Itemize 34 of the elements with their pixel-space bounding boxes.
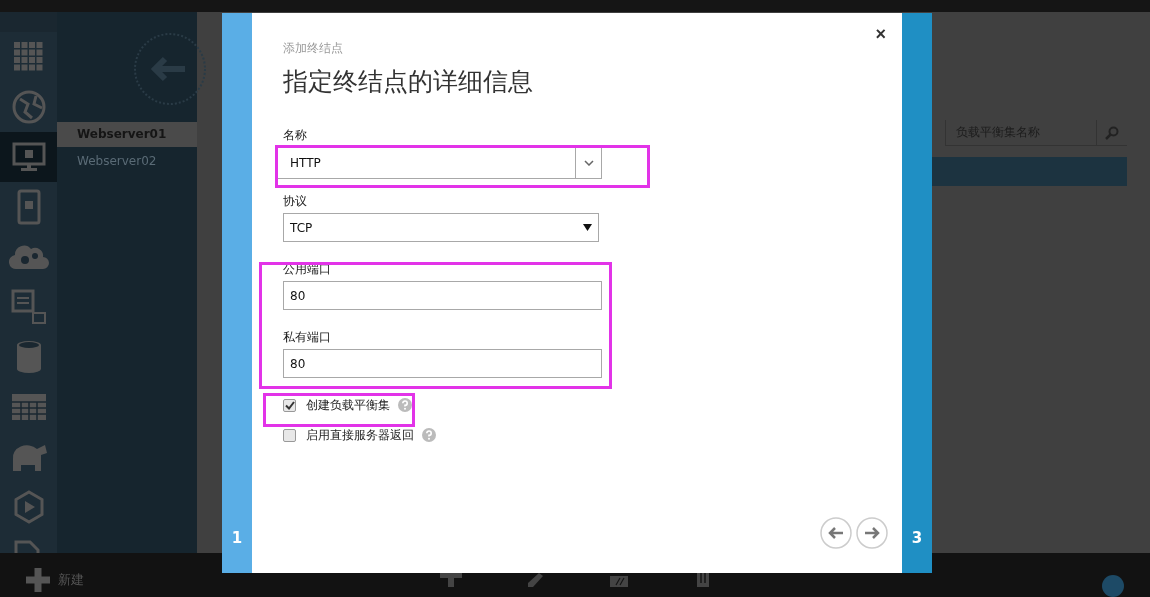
checkbox-label: 启用直接服务器返回 — [306, 426, 414, 444]
dropdown-arrow-icon — [583, 224, 592, 231]
field-label: 名称 — [283, 128, 308, 142]
field-label: 私有端口 — [283, 330, 332, 344]
nav-item[interactable] — [0, 32, 57, 82]
next-button[interactable] — [856, 517, 888, 549]
port-input-field[interactable]: 80 — [283, 281, 602, 310]
globe-icon — [11, 90, 46, 124]
documents-icon — [10, 289, 47, 325]
table-icon — [10, 393, 47, 421]
port-input-field[interactable]: 80 — [283, 349, 602, 378]
grid-icon — [13, 42, 44, 72]
database-icon — [14, 339, 43, 375]
monitor-icon — [11, 142, 46, 172]
back-icon[interactable] — [133, 32, 207, 106]
previous-button[interactable] — [820, 517, 852, 549]
nav-item[interactable] — [0, 82, 57, 132]
trash-icon[interactable] — [696, 573, 710, 587]
checkbox[interactable] — [283, 428, 296, 442]
checkbox[interactable] — [283, 398, 296, 412]
step-number: 1 — [231, 529, 243, 547]
search-icon[interactable] — [1105, 125, 1119, 140]
name-combobox[interactable]: HTTP — [277, 147, 602, 179]
dialog-subtitle: 添加终结点 — [283, 40, 344, 57]
chevron-down-icon — [583, 160, 594, 166]
close-button[interactable]: × — [873, 25, 888, 43]
step-number: 3 — [911, 529, 923, 547]
field-label: 协议 — [283, 194, 308, 208]
protocol-dropdown[interactable]: TCP — [283, 213, 599, 242]
checkbox-label: 创建负载平衡集 — [306, 396, 390, 414]
dialog-title: 指定终结点的详细信息 — [283, 66, 534, 98]
phone-icon — [16, 189, 41, 225]
nav-item[interactable] — [0, 132, 57, 182]
nav-item[interactable] — [0, 182, 57, 232]
